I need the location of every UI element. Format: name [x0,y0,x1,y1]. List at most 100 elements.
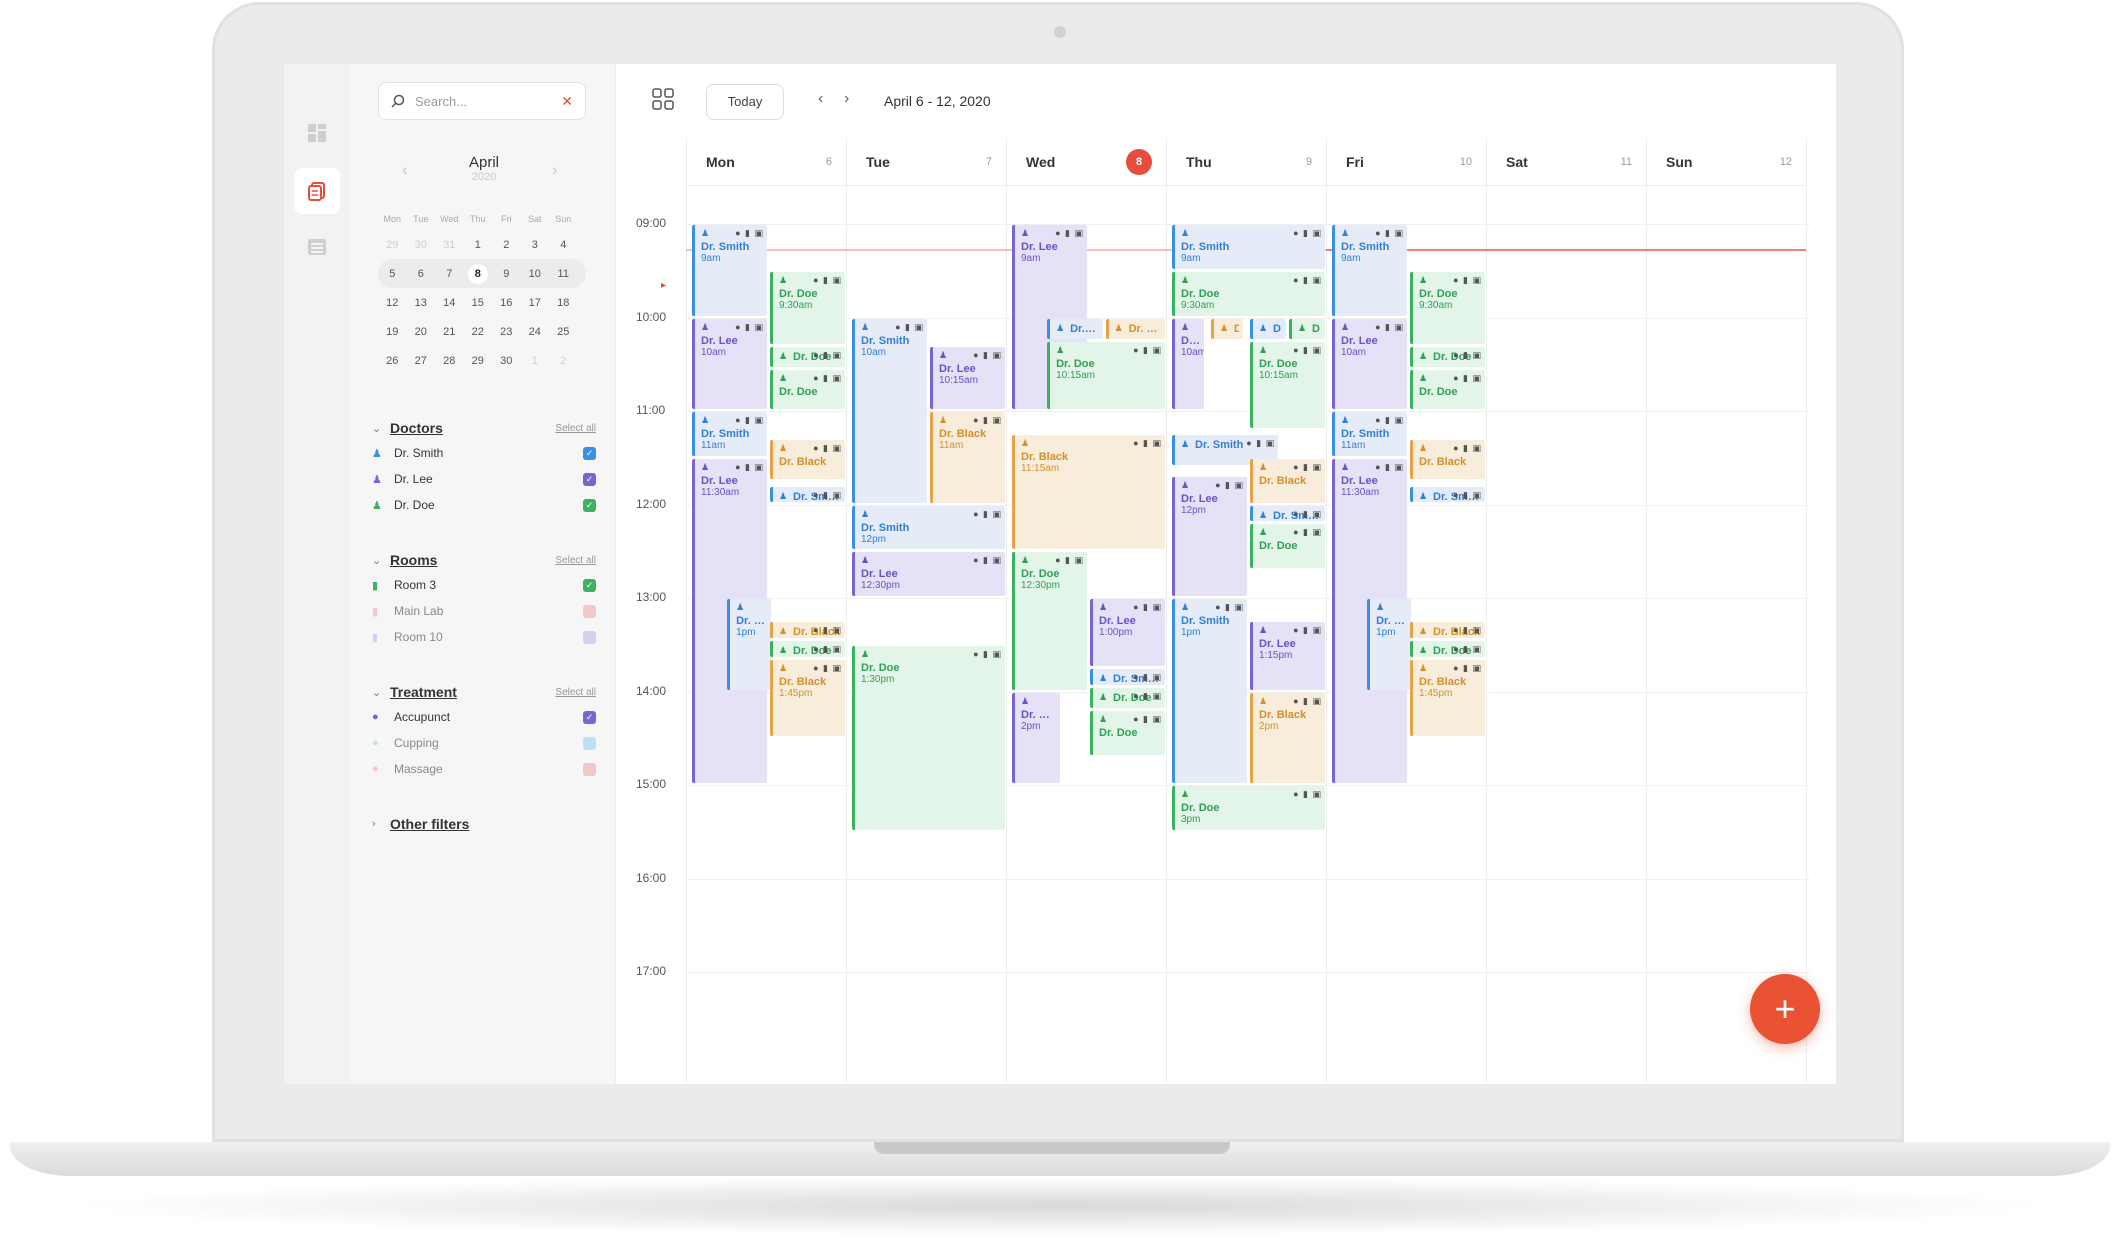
appointment[interactable]: ♟ ● ▮ ▣ Dr. Smith 11am [692,412,767,456]
appointment[interactable]: ♟ ● ▮ ▣ Dr. Black [1410,440,1485,480]
appointment[interactable]: ♟Dr.... [1250,318,1286,339]
search-input[interactable]: Search... [415,94,561,109]
appointment[interactable]: ♟ ● ▮ ▣ Dr. Doe 12:30pm [1012,552,1087,690]
mini-calendar-day[interactable]: 23 [492,326,521,338]
appointment[interactable]: ♟ ● ▮ ▣ Dr. Doe [1250,524,1325,568]
mini-calendar-day[interactable]: 16 [492,297,521,309]
rooms-select-all[interactable]: Select all [555,555,596,566]
appointment[interactable]: ♟ ● ▮ ▣ Dr. Doe [1090,711,1165,755]
mini-calendar-day[interactable]: 3 [521,239,550,251]
today-button[interactable]: Today [706,84,784,120]
doctors-select-all[interactable]: Select all [555,423,596,434]
appointment[interactable]: ♟ ● ▮ ▣ Dr. Doe 3pm [1172,786,1325,830]
treatment-select-all[interactable]: Select all [555,687,596,698]
filter-checkbox[interactable]: ✓ [583,472,596,486]
dashboard-nav-button[interactable] [294,110,340,156]
filter-checkbox[interactable]: ✓ [583,710,596,724]
filter-checkbox[interactable] [583,762,596,776]
mini-calendar-day[interactable]: 10 [521,268,550,280]
appointment[interactable]: ♟ ● ▮ ▣ Dr. Doe 9:30am [1410,271,1485,344]
filter-item-rooms[interactable]: ▮ Main Lab [372,598,596,624]
chevron-down-icon[interactable]: ⌄ [372,686,386,699]
mini-calendar-day[interactable]: 25 [549,326,578,338]
mini-calendar-day[interactable]: 20 [407,326,436,338]
filter-item-rooms[interactable]: ▮ Room 3 ✓ [372,572,596,598]
day-header[interactable]: Sat 11 [1486,138,1646,186]
appointment[interactable]: ♟ ● ▮ ▣ Dr. Lee 10am [1332,318,1407,409]
day-header[interactable]: Tue 7 [846,138,1006,186]
filter-item-rooms[interactable]: ▮ Room 10 [372,624,596,650]
appointment[interactable]: ♟ ● ▮ ▣ Dr. Black [1410,622,1485,639]
mini-calendar-day[interactable]: 27 [407,355,436,367]
day-header[interactable]: Wed 8 [1006,138,1166,186]
mini-calendar-day[interactable]: 21 [435,326,464,338]
filter-item-doctors[interactable]: ♟ Dr. Doe ✓ [372,492,596,518]
rooms-title[interactable]: Rooms [390,552,555,568]
mini-calendar-day[interactable]: 11 [549,268,578,280]
appointment[interactable]: ♟Dr.... [1289,318,1325,339]
treatment-title[interactable]: Treatment [390,684,555,700]
chevron-right-icon[interactable]: › [552,162,557,180]
filter-checkbox[interactable]: ✓ [583,446,596,460]
appointment[interactable]: ♟ ● ▮ ▣ Dr. Doe 1:30pm [852,645,1005,830]
mini-calendar-day[interactable]: 17 [521,297,550,309]
appointment[interactable]: ♟ Dr. Lee10am [1172,318,1205,409]
day-header[interactable]: Fri 10 [1326,138,1486,186]
mini-calendar-day[interactable]: 8 [464,263,493,284]
appointment[interactable]: ♟ ● ▮ ▣ Dr. Smith 9am [692,225,767,316]
appointment[interactable]: ♟ ● ▮ ▣ Dr. Smith 9am [1332,225,1407,316]
mini-calendar-day[interactable]: 2 [549,355,578,367]
mini-calendar-day[interactable]: 4 [549,239,578,251]
mini-calendar-day[interactable]: 29 [464,355,493,367]
chevron-right-icon[interactable]: › [372,818,386,830]
list-nav-button[interactable] [294,224,340,270]
appointment[interactable]: ♟ ● ▮ ▣ Dr. Smith 11am [1332,412,1407,456]
mini-calendar-day[interactable]: 18 [549,297,578,309]
doctors-title[interactable]: Doctors [390,420,555,436]
appointment[interactable]: ♟ Dr. Smith1pm [727,599,771,690]
appointment[interactable]: ♟ ● ▮ ▣ Dr. Doe 9:30am [1172,271,1325,316]
mini-calendar-day[interactable]: 31 [435,239,464,251]
appointment[interactable]: ♟ Dr. Smith1pm [1367,599,1411,690]
mini-calendar-day[interactable]: 9 [492,268,521,280]
appointment[interactable]: ♟ ● ▮ ▣ Dr. Doe [1410,346,1485,367]
chevron-down-icon[interactable]: ⌄ [372,554,386,567]
day-header[interactable]: Mon 6 [686,138,846,186]
grid-view-icon[interactable] [652,88,674,110]
appointment[interactable]: ♟ ● ▮ ▣ Dr. Smith 1pm [1172,599,1247,783]
filter-checkbox[interactable] [583,630,596,644]
appointment[interactable]: ♟ ● ▮ ▣ Dr. Doe [1410,641,1485,657]
appointment[interactable]: ♟ ● ▮ ▣ Dr. Smith [1410,486,1485,503]
appointment[interactable]: ♟ ● ▮ ▣ Dr. Smith [770,486,845,503]
mini-calendar-day[interactable]: 19 [378,326,407,338]
appointment[interactable]: ♟ ● ▮ ▣ Dr. Doe 9:30am [770,271,845,344]
appointment[interactable]: ♟ ● ▮ ▣ Dr. Lee 10:15am [930,346,1005,409]
close-icon[interactable]: ✕ [561,93,573,110]
appointment[interactable]: ♟ ● ▮ ▣ Dr. Lee 1:15pm [1250,622,1325,690]
other-filters[interactable]: › Other filters [372,812,596,836]
mini-calendar-day[interactable]: 1 [464,239,493,251]
mini-calendar-day[interactable]: 24 [521,326,550,338]
filter-item-treatment[interactable]: ● Massage [372,756,596,782]
appointment[interactable]: ♟Dr.... [1211,318,1244,339]
appointment[interactable]: ♟ ● ▮ ▣ Dr. Smith 9am [1172,225,1325,269]
appointment[interactable]: ♟ ● ▮ ▣ Dr. Lee 1:00pm [1090,599,1165,667]
appointment[interactable]: ♟ ● ▮ ▣ Dr. Doe 10:15am [1250,341,1325,428]
mini-calendar-day[interactable]: 26 [378,355,407,367]
mini-calendar-day[interactable]: 30 [492,355,521,367]
mini-calendar-day[interactable]: 22 [464,326,493,338]
appointment[interactable]: ♟ ● ▮ ▣ Dr. Black 1:45pm [1410,659,1485,737]
appointment[interactable]: ♟ ● ▮ ▣ Dr. Doe 10:15am [1047,341,1165,409]
mini-calendar-day[interactable]: 1 [521,355,550,367]
appointment[interactable]: ♟ ● ▮ ▣ Dr. Smith [1250,505,1325,522]
mini-calendar-day[interactable]: 6 [407,268,436,280]
appointment[interactable]: ♟ ● ▮ ▣ Dr. Doe [770,346,845,367]
mini-calendar-day[interactable]: 2 [492,239,521,251]
filter-checkbox[interactable] [583,604,596,618]
chevron-left-icon[interactable]: ‹ [818,90,823,108]
mini-calendar-day[interactable]: 14 [435,297,464,309]
appointment[interactable]: ♟ ● ▮ ▣ Dr. Black 11am [930,412,1005,503]
filter-checkbox[interactable] [583,736,596,750]
appointment[interactable]: ♟ ● ▮ ▣ Dr. Lee 10am [692,318,767,409]
appointment[interactable]: ♟ ● ▮ ▣ Dr. Black 1:45pm [770,659,845,737]
